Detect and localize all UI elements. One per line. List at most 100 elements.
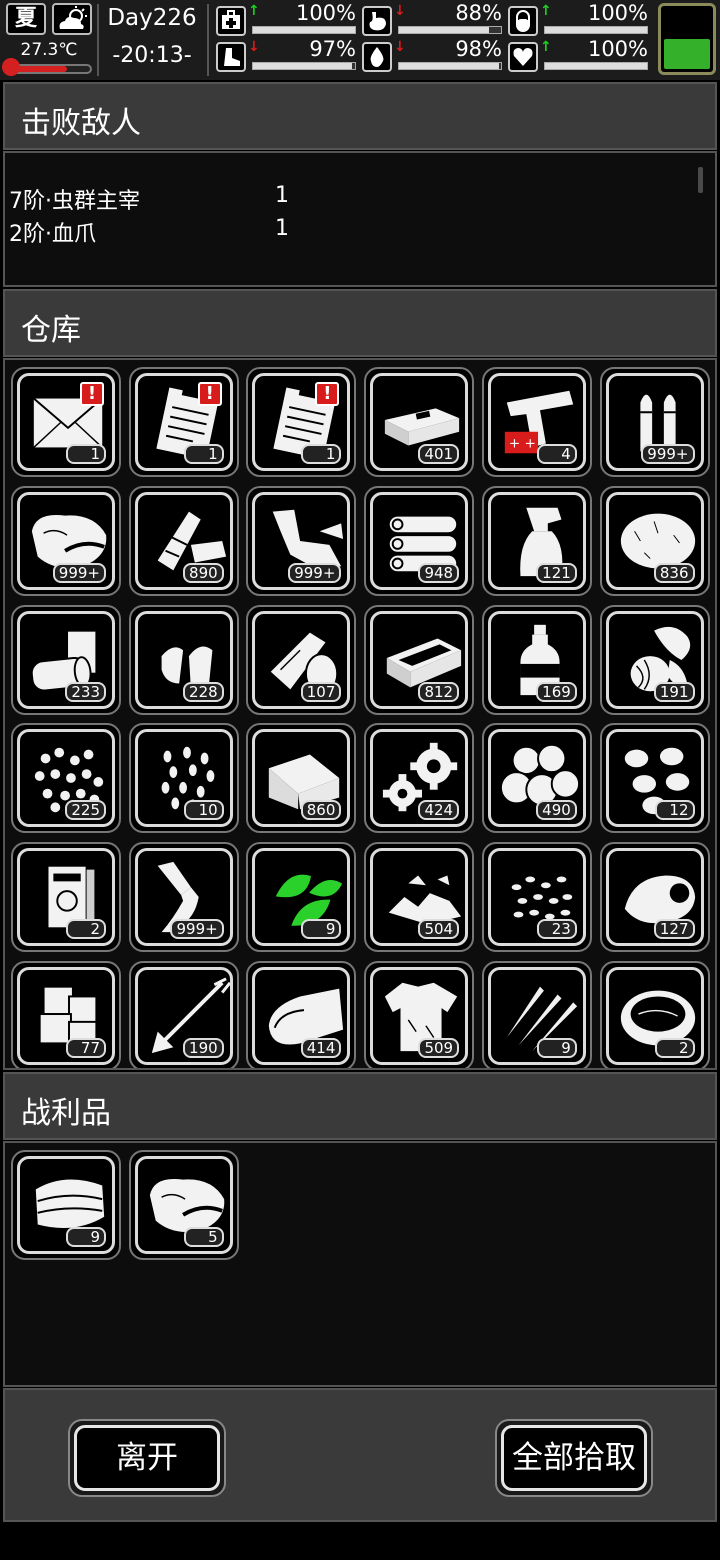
item-slot-frame: 2 (17, 848, 115, 947)
item-slot[interactable]: 127 (599, 842, 710, 953)
item-slot-frame: 225 (17, 729, 115, 828)
status-bar: 夏 27.3℃ Day226 -20:13- ↑ 100% ↓ 88% ↑ 100% ↓ 97… (0, 0, 720, 80)
item-slot[interactable]: 414 (246, 961, 357, 1068)
item-slot[interactable]: 1! (246, 367, 357, 477)
stat-bar (252, 62, 356, 70)
scrollbar[interactable] (698, 167, 703, 193)
stat-value: 100% (587, 37, 648, 61)
arrow-down-icon: ↓ (394, 39, 406, 55)
arrow-down-icon: ↓ (394, 3, 406, 19)
item-slot-frame: 890 (134, 491, 233, 590)
stat-hunger[interactable]: ↓ 88% (362, 2, 502, 36)
item-slot[interactable]: 812 (364, 604, 475, 715)
season-indicator: 夏 (6, 3, 46, 35)
enemy-name: 2阶·血爪 (9, 222, 96, 247)
stat-bar-fill (545, 27, 647, 33)
item-slot[interactable]: 490 (481, 723, 592, 834)
item-count: 233 (65, 681, 106, 702)
item-count: 414 (300, 1038, 342, 1058)
item-slot[interactable]: 836 (599, 485, 710, 596)
loot-header: 战利品 (3, 1072, 717, 1140)
heart-icon (508, 42, 538, 72)
item-slot[interactable]: 5 (128, 1150, 239, 1260)
item-slot-frame: 1! (252, 373, 351, 471)
item-count: 948 (418, 562, 460, 583)
item-slot[interactable]: 23 (481, 842, 592, 953)
item-slot[interactable]: 9 (481, 961, 592, 1068)
item-slot[interactable]: 1! (11, 367, 121, 477)
item-count: 812 (418, 681, 460, 702)
item-slot[interactable]: 228 (128, 604, 239, 715)
loot-grid[interactable]: 95 (3, 1141, 717, 1387)
item-count: 2 (654, 1038, 695, 1058)
item-slot-frame: 9 (252, 848, 351, 947)
stat-health[interactable]: ↑ 100% (216, 2, 356, 36)
item-slot[interactable]: 401 (364, 367, 475, 477)
stat-bar-fill (253, 63, 352, 69)
item-slot-frame: 836 (605, 491, 704, 590)
warehouse-grid[interactable]: 1! 1! 1! 401 + +4 999+ 999+ 890 999+ 948 121 836 233… (3, 358, 717, 1070)
item-slot[interactable]: 999+ (11, 485, 121, 596)
item-slot-frame: 490 (487, 729, 586, 828)
item-slot[interactable]: 999+ (128, 842, 239, 953)
stat-stamina[interactable]: ↓ 97% (216, 38, 356, 72)
stat-sanity[interactable]: ↑ 100% (508, 2, 648, 36)
item-slot[interactable]: 107 (246, 604, 357, 715)
item-slot[interactable]: 890 (128, 485, 239, 596)
item-slot-frame: 2 (605, 967, 704, 1065)
item-count: 999+ (288, 562, 342, 583)
item-slot[interactable]: 2 (11, 842, 121, 953)
item-slot[interactable]: 948 (364, 485, 475, 596)
item-count: 107 (300, 681, 342, 702)
item-slot[interactable]: 233 (11, 604, 121, 715)
item-slot[interactable]: 9 (11, 1150, 121, 1260)
stat-mood[interactable]: ↑ 100% (508, 38, 648, 72)
stat-thirst[interactable]: ↓ 98% (362, 38, 502, 72)
item-slot[interactable]: 190 (128, 961, 239, 1068)
item-count: 9 (66, 1227, 106, 1247)
leave-button-label: 离开 (74, 1425, 220, 1491)
take-all-button[interactable]: 全部拾取 (495, 1419, 653, 1497)
item-slot-frame: 127 (605, 848, 704, 947)
item-count: 1 (183, 444, 224, 464)
item-slot[interactable]: 225 (11, 723, 121, 834)
alert-icon: ! (315, 382, 340, 406)
stat-bar-fill (545, 63, 647, 69)
item-slot-frame: 948 (370, 491, 469, 590)
item-slot-frame: 77 (17, 967, 115, 1065)
stat-bar (398, 62, 502, 70)
item-slot[interactable]: 12 (599, 723, 710, 834)
item-slot[interactable]: 2 (599, 961, 710, 1068)
loot-title: 战利品 (21, 1096, 111, 1131)
item-slot-frame: 190 (134, 967, 233, 1065)
item-slot[interactable]: 10 (128, 723, 239, 834)
stat-bar (252, 26, 356, 34)
item-slot-frame: + +4 (487, 373, 586, 471)
alert-icon: ! (80, 382, 104, 406)
item-count: 127 (653, 919, 695, 940)
warehouse-header: 仓库 (3, 289, 717, 357)
item-slot[interactable]: 509 (364, 961, 475, 1068)
stat-bar-fill (253, 27, 355, 33)
item-count: 190 (183, 1038, 224, 1058)
item-slot-frame: 228 (134, 610, 233, 709)
item-slot[interactable]: 77 (11, 961, 121, 1068)
item-slot-frame: 424 (370, 729, 469, 828)
item-slot[interactable]: 121 (481, 485, 592, 596)
item-count: 490 (536, 800, 577, 821)
day-counter: Day226 (107, 5, 197, 31)
item-slot[interactable]: 1! (128, 367, 239, 477)
enemies-header: 击败敌人 (3, 82, 717, 150)
item-slot[interactable]: 424 (364, 723, 475, 834)
item-slot[interactable]: + +4 (481, 367, 592, 477)
item-slot[interactable]: 999+ (246, 485, 357, 596)
item-slot-frame: 121 (487, 491, 586, 590)
item-slot[interactable]: 504 (364, 842, 475, 953)
item-slot[interactable]: 9 (246, 842, 357, 953)
item-count: 860 (300, 800, 342, 821)
leave-button[interactable]: 离开 (68, 1419, 226, 1497)
item-slot[interactable]: 860 (246, 723, 357, 834)
item-slot[interactable]: 999+ (599, 367, 710, 477)
item-slot[interactable]: 169 (481, 604, 592, 715)
item-slot[interactable]: 191 (599, 604, 710, 715)
